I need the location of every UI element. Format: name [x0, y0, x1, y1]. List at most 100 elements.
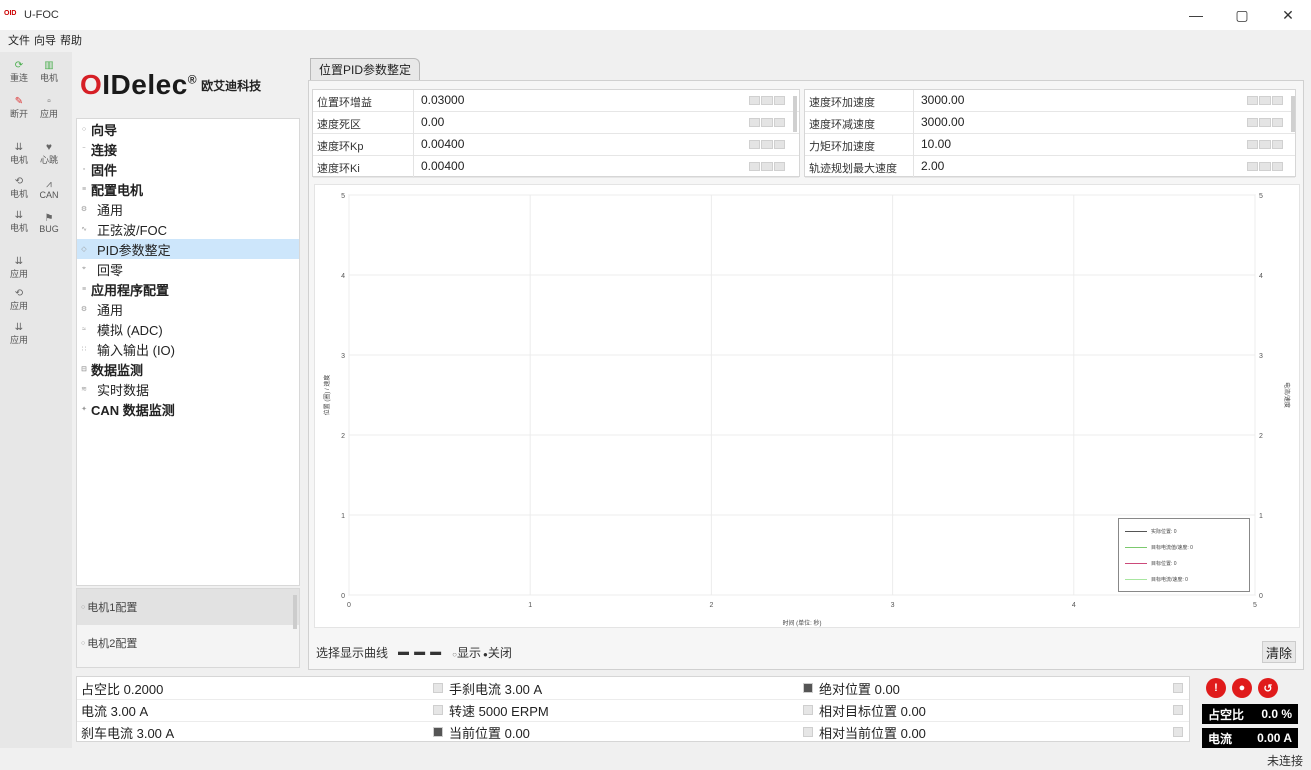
menu-help[interactable]: 帮助 — [60, 32, 82, 48]
menu-wizard[interactable]: 向导 — [34, 32, 56, 48]
param-spin-buttons[interactable] — [749, 162, 785, 171]
reset-value-button[interactable] — [761, 140, 773, 149]
nav-item[interactable]: ∷ 输入输出 (IO) — [77, 339, 299, 359]
clear-button[interactable]: 清除 — [1262, 641, 1296, 663]
toolbar-button[interactable]: ⟲ 电机 — [4, 168, 34, 200]
nav-item[interactable]: ✦ CAN 数据监测 — [77, 399, 299, 419]
motor2-config-item[interactable]: ○ 电机2配置 — [77, 625, 299, 661]
toolbar-button[interactable]: ⚑ BUG — [34, 202, 64, 234]
nav-bullet-icon: ○ — [81, 125, 87, 133]
show-radio[interactable]: ○显示 — [452, 644, 481, 661]
decrement-button[interactable] — [749, 140, 761, 149]
status-toggle-icon[interactable] — [1173, 705, 1183, 715]
param-spin-buttons[interactable] — [749, 118, 785, 127]
param-spin-buttons[interactable] — [749, 96, 785, 105]
y-tick-label: 5 — [341, 193, 345, 200]
legend-swatch — [1125, 578, 1147, 580]
reset-value-button[interactable] — [1259, 162, 1271, 171]
decrement-button[interactable] — [749, 162, 761, 171]
param-scrollbar[interactable] — [793, 96, 797, 132]
param-value-field[interactable]: 0.00400 — [421, 137, 464, 151]
decrement-button[interactable] — [1247, 96, 1259, 105]
close-button[interactable]: ✕ — [1265, 0, 1311, 30]
param-value-field[interactable]: 0.00 — [421, 115, 444, 129]
toolbar-button[interactable]: ▥ 电机 — [34, 52, 64, 84]
toolbar-button-label: 电机 — [9, 155, 28, 165]
param-value-field[interactable]: 10.00 — [921, 137, 951, 151]
status-toggle-icon[interactable] — [1173, 683, 1183, 693]
toolbar-button[interactable]: ⟳ 重连 — [4, 52, 34, 84]
toolbar-button[interactable]: ⩘ CAN — [34, 168, 64, 200]
menu-file[interactable]: 文件 — [8, 32, 30, 48]
status-toggle-icon[interactable] — [803, 727, 813, 737]
stop-button[interactable]: ● — [1232, 678, 1252, 698]
config-list-scrollbar[interactable] — [293, 595, 297, 629]
increment-button[interactable] — [773, 118, 785, 127]
minimize-button[interactable]: — — [1173, 0, 1219, 30]
nav-item[interactable]: ⚙ 通用 — [77, 199, 299, 219]
status-toggle-icon[interactable] — [803, 705, 813, 715]
reset-value-button[interactable] — [761, 96, 773, 105]
param-scrollbar[interactable] — [1291, 96, 1295, 132]
nav-item[interactable]: ∿ 正弦波/FOC — [77, 219, 299, 239]
toolbar-button[interactable]: ⇊ 应用 — [4, 248, 34, 280]
toolbar-button[interactable]: ▫ 应用 — [34, 88, 64, 120]
param-spin-buttons[interactable] — [1247, 162, 1283, 171]
nav-item[interactable]: ○ 向导 — [77, 119, 299, 139]
nav-item[interactable]: ≡ 应用程序配置 — [77, 279, 299, 299]
param-value-field[interactable]: 0.03000 — [421, 93, 464, 107]
decrement-button[interactable] — [749, 96, 761, 105]
reset-value-button[interactable] — [761, 118, 773, 127]
param-value-field[interactable]: 3000.00 — [921, 115, 964, 129]
nav-item[interactable]: ≋ 实时数据 — [77, 379, 299, 399]
reset-value-button[interactable] — [1259, 96, 1271, 105]
nav-item[interactable]: ≡ 配置电机 — [77, 179, 299, 199]
toolbar-button[interactable]: ⟲ 应用 — [4, 280, 34, 312]
reset-value-button[interactable] — [1259, 140, 1271, 149]
status-toggle-icon[interactable] — [1173, 727, 1183, 737]
increment-button[interactable] — [773, 96, 785, 105]
param-value-field[interactable]: 2.00 — [921, 159, 944, 173]
nav-item[interactable]: ◇ PID参数整定 — [77, 239, 299, 259]
param-value-field[interactable]: 0.00400 — [421, 159, 464, 173]
toolbar-button[interactable]: ✎ 断开 — [4, 88, 34, 120]
decrement-button[interactable] — [1247, 118, 1259, 127]
nav-item[interactable]: ⌖ 回零 — [77, 259, 299, 279]
nav-item[interactable]: ⁻ 连接 — [77, 139, 299, 159]
param-spin-buttons[interactable] — [1247, 96, 1283, 105]
toolbar-button[interactable]: ⇊ 电机 — [4, 134, 34, 166]
decrement-button[interactable] — [749, 118, 761, 127]
param-spin-buttons[interactable] — [749, 140, 785, 149]
param-spin-buttons[interactable] — [1247, 140, 1283, 149]
increment-button[interactable] — [1271, 162, 1283, 171]
reset-value-button[interactable] — [761, 162, 773, 171]
param-spin-buttons[interactable] — [1247, 118, 1283, 127]
param-row: 位置环增益 0.03000 — [313, 90, 799, 112]
decrement-button[interactable] — [1247, 140, 1259, 149]
increment-button[interactable] — [1271, 140, 1283, 149]
fault-button[interactable]: ! — [1206, 678, 1226, 698]
nav-item[interactable]: ▫ 固件 — [77, 159, 299, 179]
reset-button[interactable]: ↺ — [1258, 678, 1278, 698]
restore-button[interactable]: ▢ — [1219, 0, 1265, 30]
toolbar-button[interactable]: ⇊ 应用 — [4, 314, 34, 346]
increment-button[interactable] — [1271, 96, 1283, 105]
nav-item[interactable]: ≈ 模拟 (ADC) — [77, 319, 299, 339]
param-value-field[interactable]: 3000.00 — [921, 93, 964, 107]
increment-button[interactable] — [773, 162, 785, 171]
increment-button[interactable] — [1271, 118, 1283, 127]
nav-item[interactable]: ⊟ 数据监测 — [77, 359, 299, 379]
tab-position-pid[interactable]: 位置PID参数整定 — [310, 58, 421, 80]
toolbar-button[interactable]: ♥ 心跳 — [34, 134, 64, 166]
toolbar-button[interactable]: ⇊ 电机 — [4, 202, 34, 234]
motor1-config-item[interactable]: ○ 电机1配置 — [77, 589, 299, 625]
nav-item[interactable]: ⚙ 通用 — [77, 299, 299, 319]
decrement-button[interactable] — [1247, 162, 1259, 171]
status-toggle-icon[interactable] — [803, 683, 813, 693]
status-toggle-icon[interactable] — [433, 683, 443, 693]
reset-value-button[interactable] — [1259, 118, 1271, 127]
status-toggle-icon[interactable] — [433, 705, 443, 715]
increment-button[interactable] — [773, 140, 785, 149]
hide-radio[interactable]: ●关闭 — [483, 644, 512, 661]
status-toggle-icon[interactable] — [433, 727, 443, 737]
